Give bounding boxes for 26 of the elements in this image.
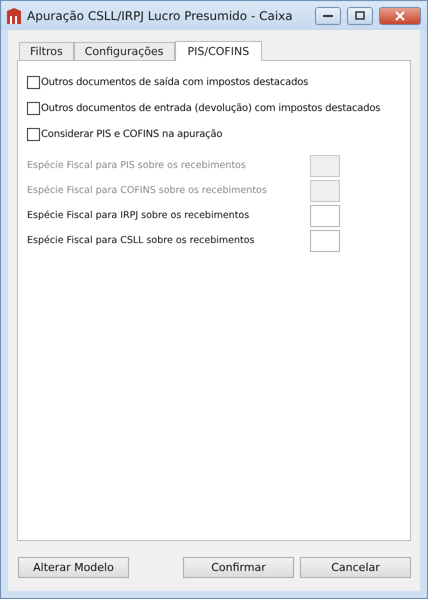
- maximize-button[interactable]: [347, 6, 373, 24]
- close-icon: [395, 10, 405, 20]
- maximize-icon: [355, 11, 365, 20]
- dialog-button[interactable]: Confirmar: [183, 557, 294, 578]
- input-field[interactable]: [310, 204, 340, 226]
- checkbox-label: Outros documentos de saída com impostos destacados: [41, 76, 308, 88]
- field-label: Espécie Fiscal para COFINS sobre os recebimentos: [27, 185, 267, 196]
- checkbox[interactable]: [27, 76, 40, 88]
- close-button[interactable]: [379, 6, 421, 24]
- checkbox-label: Considerar PIS e COFINS na apuração: [41, 128, 222, 140]
- dialog-button[interactable]: Alterar Modelo: [18, 557, 129, 578]
- checkbox[interactable]: [27, 128, 40, 140]
- tab[interactable]: Filtros: [19, 42, 74, 60]
- checkbox-label: Outros documentos de entrada (devolução) com impostos destacados: [41, 102, 380, 114]
- field-label: Espécie Fiscal para CSLL sobre os recebimentos: [27, 235, 255, 246]
- tab[interactable]: PIS/COFINS: [174, 41, 262, 61]
- tab[interactable]: Configurações: [74, 42, 175, 60]
- input-field[interactable]: [310, 230, 340, 252]
- checkbox[interactable]: [27, 102, 40, 114]
- app-logo-icon: [7, 8, 21, 24]
- dialog-button[interactable]: Cancelar: [300, 557, 411, 578]
- field-label: Espécie Fiscal para PIS sobre os recebimentos: [27, 160, 246, 171]
- minimize-button[interactable]: [315, 6, 341, 24]
- field-label: Espécie Fiscal para IRPJ sobre os recebimentos: [27, 210, 250, 221]
- minimize-icon: [323, 14, 333, 18]
- window-title: Apuração CSLL/IRPJ Lucro Presumido - Caixa: [27, 8, 294, 22]
